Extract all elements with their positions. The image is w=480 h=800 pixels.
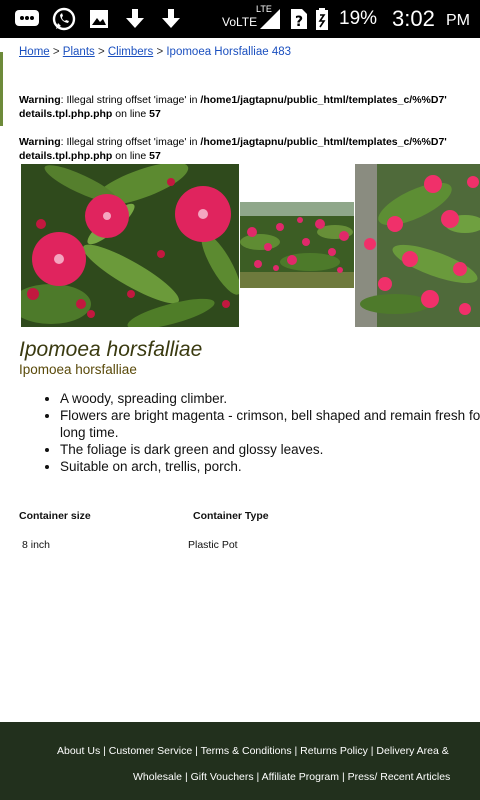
feature-item: Flowers are bright magenta - crimson, be… bbox=[60, 407, 480, 441]
product-photo-main[interactable] bbox=[21, 164, 239, 327]
svg-text:?: ? bbox=[295, 14, 303, 30]
warning-message: : Illegal string offset 'image' in bbox=[60, 136, 201, 148]
product-photo-bush[interactable] bbox=[355, 164, 480, 327]
product-subtitle: Ipomoea horsfalliae bbox=[19, 362, 137, 377]
whatsapp-icon bbox=[52, 7, 76, 31]
breadcrumb-climbers-link[interactable]: Climbers bbox=[108, 46, 153, 58]
warning-message: : Illegal string offset 'image' in bbox=[60, 94, 201, 106]
footer-links-row-2[interactable]: Wholesale | Gift Vouchers | Affiliate Pr… bbox=[133, 771, 450, 783]
feature-item: Suitable on arch, trellis, porch. bbox=[60, 458, 480, 475]
product-title: Ipomoea horsfalliae bbox=[19, 338, 203, 361]
breadcrumb-separator: > bbox=[49, 46, 63, 58]
footer-links-row-1[interactable]: About Us | Customer Service | Terms & Co… bbox=[57, 745, 449, 757]
warning-line: 57 bbox=[149, 108, 161, 120]
warning-file: details.tpl.php.php bbox=[19, 150, 113, 162]
breadcrumb-plants-link[interactable]: Plants bbox=[63, 46, 95, 58]
breadcrumb-separator: > bbox=[94, 46, 108, 58]
breadcrumb-separator: > bbox=[153, 46, 167, 58]
product-photo-vine[interactable] bbox=[240, 202, 354, 288]
table-header-container-size: Container size bbox=[19, 510, 91, 522]
warning-online: on line bbox=[112, 108, 150, 120]
message-icon bbox=[15, 10, 39, 26]
table-cell-container-size: 8 inch bbox=[22, 539, 51, 551]
php-warning: Warning: Illegal string offset 'image' i… bbox=[19, 135, 480, 163]
clock-ampm: PM bbox=[446, 12, 470, 29]
warning-label: Warning bbox=[19, 136, 61, 148]
feature-item: A woody, spreading climber. bbox=[60, 390, 480, 407]
warning-online: on line bbox=[112, 150, 150, 162]
clock-time: 3:02 bbox=[392, 6, 435, 31]
download-icon bbox=[126, 9, 144, 28]
network-label: VoLTE bbox=[222, 15, 258, 29]
table-cell-container-type: Plastic Pot bbox=[188, 539, 238, 551]
warning-label: Warning bbox=[19, 94, 61, 106]
warning-path: /home1/jagtapnu/public_html/templates_c/… bbox=[200, 136, 447, 148]
signal-icon bbox=[260, 9, 280, 29]
download-icon bbox=[162, 9, 180, 28]
battery-percent: 19% bbox=[339, 8, 378, 29]
unknown-sim-icon: ? bbox=[291, 9, 307, 30]
status-bar: VoLTE LTE ? 19% 3:02 PM bbox=[0, 0, 480, 38]
breadcrumb-current: Ipomoea Horsfalliae 483 bbox=[166, 46, 292, 58]
feature-item: The foliage is dark green and glossy lea… bbox=[60, 441, 480, 458]
page-content: Home > Plants > Climbers > Ipomoea Horsf… bbox=[0, 38, 480, 800]
gallery-icon bbox=[90, 10, 108, 28]
table-header-container-type: Container Type bbox=[193, 510, 269, 522]
product-features-list: A woody, spreading climber. Flowers are … bbox=[40, 390, 480, 475]
breadcrumb-home-link[interactable]: Home bbox=[19, 46, 50, 58]
warning-line: 57 bbox=[149, 150, 161, 162]
battery-icon bbox=[316, 8, 328, 30]
php-warning: Warning: Illegal string offset 'image' i… bbox=[19, 93, 480, 121]
breadcrumb: Home > Plants > Climbers > Ipomoea Horsf… bbox=[19, 46, 291, 58]
site-footer: About Us | Customer Service | Terms & Co… bbox=[0, 722, 480, 800]
warning-path: /home1/jagtapnu/public_html/templates_c/… bbox=[200, 94, 447, 106]
left-edge-image-sliver bbox=[0, 52, 3, 126]
warning-file: details.tpl.php.php bbox=[19, 108, 113, 120]
